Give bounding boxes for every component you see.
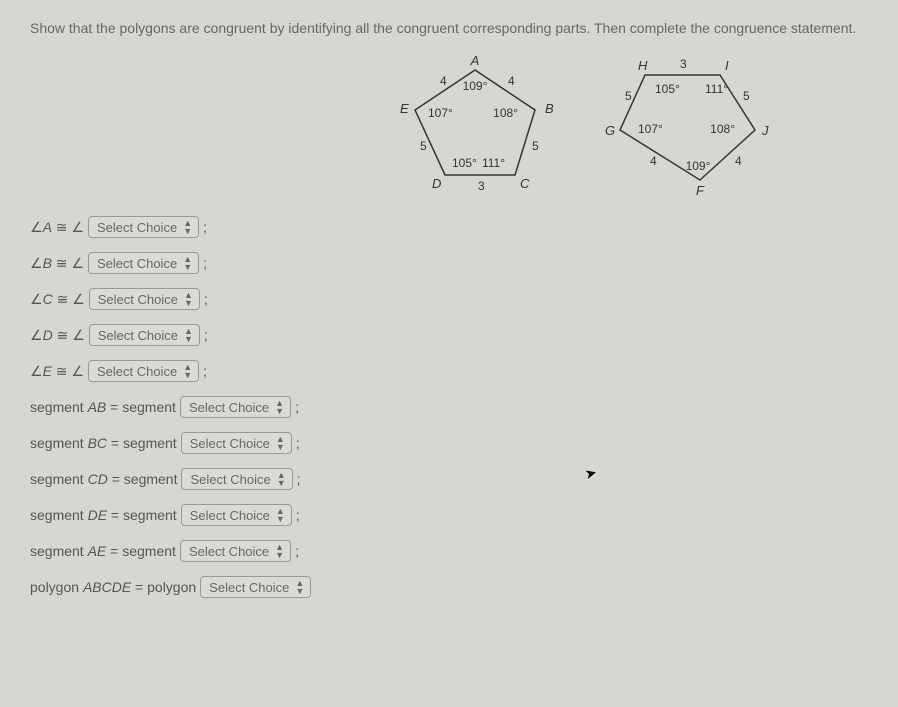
angle-prefix: ∠A ≅ ∠ [30, 219, 84, 236]
select-angle-c[interactable]: Select Choice ▲▼ [89, 288, 200, 310]
svg-text:111°: 111° [705, 82, 728, 96]
svg-text:4: 4 [508, 74, 515, 88]
angle-row-d: ∠D ≅ ∠ Select Choice ▲▼ ; [30, 324, 868, 346]
select-segment-ae[interactable]: Select Choice ▲▼ [180, 540, 291, 562]
svg-text:D: D [432, 176, 441, 191]
stepper-icon: ▲▼ [277, 471, 286, 487]
segment-row-bc: segment BC = segment Select Choice ▲▼ ; [30, 432, 868, 454]
angle-row-b: ∠B ≅ ∠ Select Choice ▲▼ ; [30, 252, 868, 274]
svg-text:3: 3 [478, 179, 485, 193]
svg-text:4: 4 [440, 74, 447, 88]
polygon-row: polygon ABCDE = polygon Select Choice ▲▼ [30, 576, 868, 598]
angle-row-c: ∠C ≅ ∠ Select Choice ▲▼ ; [30, 288, 868, 310]
segment-row-de: segment DE = segment Select Choice ▲▼ ; [30, 504, 868, 526]
angle-prefix: ∠E ≅ ∠ [30, 363, 84, 380]
row-suffix: ; [295, 399, 299, 415]
row-suffix: ; [295, 543, 299, 559]
svg-text:H: H [638, 58, 648, 73]
segment-prefix: segment AE = segment [30, 543, 176, 559]
svg-text:J: J [761, 123, 769, 138]
segment-prefix: segment BC = segment [30, 435, 177, 451]
row-suffix: ; [203, 255, 207, 271]
row-suffix: ; [296, 435, 300, 451]
svg-text:105°: 105° [452, 156, 477, 170]
stepper-icon: ▲▼ [276, 435, 285, 451]
select-segment-cd[interactable]: Select Choice ▲▼ [181, 468, 292, 490]
svg-text:5: 5 [743, 89, 750, 103]
angle-prefix: ∠C ≅ ∠ [30, 291, 85, 308]
svg-text:4: 4 [735, 154, 742, 168]
diagram-area: A B C D E 109° 108° 111° 105° 107° 4 4 5… [380, 55, 800, 205]
svg-text:107°: 107° [638, 122, 663, 136]
select-angle-d[interactable]: Select Choice ▲▼ [89, 324, 200, 346]
stepper-icon: ▲▼ [184, 327, 193, 343]
pentagon-abcde: A B C D E 109° 108° 111° 105° 107° 4 4 5… [380, 55, 580, 205]
select-segment-ab[interactable]: Select Choice ▲▼ [180, 396, 291, 418]
segment-prefix: segment DE = segment [30, 507, 177, 523]
svg-text:109°: 109° [686, 159, 711, 173]
stepper-icon: ▲▼ [275, 543, 284, 559]
questions-list: ∠A ≅ ∠ Select Choice ▲▼ ; ∠B ≅ ∠ Select … [30, 216, 868, 598]
instruction-text: Show that the polygons are congruent by … [30, 20, 868, 36]
svg-text:A: A [470, 55, 480, 68]
stepper-icon: ▲▼ [276, 507, 285, 523]
pentagon-fghij: H I J F G 105° 111° 108° 109° 107° 3 5 4… [590, 55, 790, 205]
polygon-prefix: polygon ABCDE = polygon [30, 579, 196, 595]
svg-text:5: 5 [532, 139, 539, 153]
select-angle-b[interactable]: Select Choice ▲▼ [88, 252, 199, 274]
row-suffix: ; [204, 291, 208, 307]
angle-prefix: ∠D ≅ ∠ [30, 327, 85, 344]
svg-text:3: 3 [680, 57, 687, 71]
row-suffix: ; [297, 471, 301, 487]
svg-text:B: B [545, 101, 554, 116]
row-suffix: ; [296, 507, 300, 523]
segment-row-ab: segment AB = segment Select Choice ▲▼ ; [30, 396, 868, 418]
row-suffix: ; [203, 363, 207, 379]
svg-text:4: 4 [650, 154, 657, 168]
row-suffix: ; [204, 327, 208, 343]
svg-text:105°: 105° [655, 82, 680, 96]
svg-text:5: 5 [625, 89, 632, 103]
segment-prefix: segment CD = segment [30, 471, 177, 487]
stepper-icon: ▲▼ [295, 579, 304, 595]
angle-row-a: ∠A ≅ ∠ Select Choice ▲▼ ; [30, 216, 868, 238]
svg-text:C: C [520, 176, 530, 191]
select-segment-bc[interactable]: Select Choice ▲▼ [181, 432, 292, 454]
svg-text:5: 5 [420, 139, 427, 153]
angle-row-e: ∠E ≅ ∠ Select Choice ▲▼ ; [30, 360, 868, 382]
stepper-icon: ▲▼ [183, 363, 192, 379]
row-suffix: ; [203, 219, 207, 235]
angle-prefix: ∠B ≅ ∠ [30, 255, 84, 272]
segment-row-cd: segment CD = segment Select Choice ▲▼ ; [30, 468, 868, 490]
svg-text:107°: 107° [428, 106, 453, 120]
select-angle-a[interactable]: Select Choice ▲▼ [88, 216, 199, 238]
svg-text:E: E [400, 101, 409, 116]
stepper-icon: ▲▼ [184, 291, 193, 307]
svg-text:F: F [696, 183, 705, 198]
stepper-icon: ▲▼ [275, 399, 284, 415]
select-polygon[interactable]: Select Choice ▲▼ [200, 576, 311, 598]
select-angle-e[interactable]: Select Choice ▲▼ [88, 360, 199, 382]
segment-row-ae: segment AE = segment Select Choice ▲▼ ; [30, 540, 868, 562]
svg-text:111°: 111° [482, 156, 505, 170]
svg-text:108°: 108° [493, 106, 518, 120]
segment-prefix: segment AB = segment [30, 399, 176, 415]
stepper-icon: ▲▼ [183, 219, 192, 235]
svg-text:109°: 109° [463, 79, 488, 93]
svg-text:G: G [605, 123, 615, 138]
stepper-icon: ▲▼ [183, 255, 192, 271]
svg-text:I: I [725, 58, 729, 73]
svg-text:108°: 108° [710, 122, 735, 136]
select-segment-de[interactable]: Select Choice ▲▼ [181, 504, 292, 526]
